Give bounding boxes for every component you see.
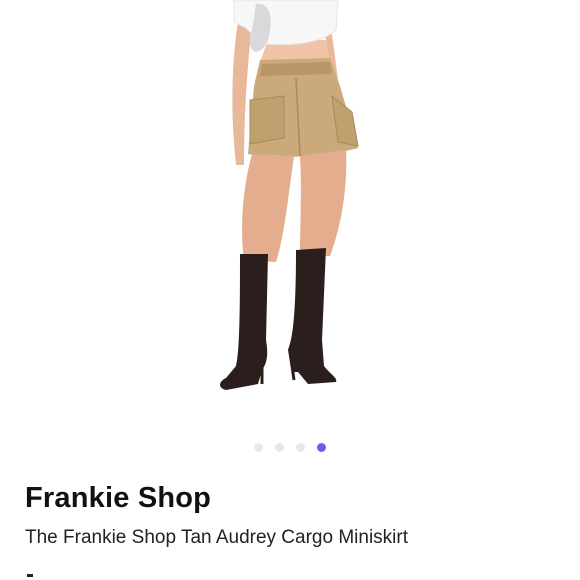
carousel-dot-3[interactable] <box>296 443 305 452</box>
carousel-dot-4-active[interactable] <box>317 443 326 452</box>
brand-name[interactable]: Frankie Shop <box>25 482 211 515</box>
product-title: The Frankie Shop Tan Audrey Cargo Minisk… <box>25 527 408 548</box>
model-photo-illustration <box>220 0 359 390</box>
product-image[interactable] <box>0 0 580 432</box>
carousel-indicator <box>0 443 580 453</box>
carousel-dot-1[interactable] <box>254 443 263 452</box>
partial-price-glyph <box>27 574 33 577</box>
carousel-dot-2[interactable] <box>275 443 284 452</box>
